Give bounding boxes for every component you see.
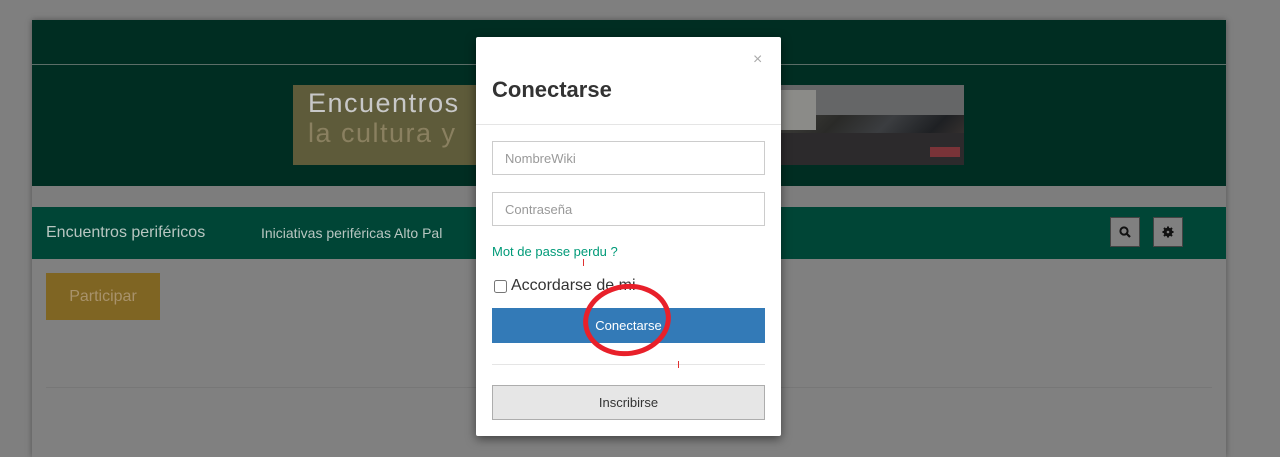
modal-header-divider xyxy=(476,124,781,125)
banner-photo xyxy=(780,85,964,165)
login-modal: × Conectarse Mot de passe perdu ? Accord… xyxy=(476,37,781,436)
forgot-password-link[interactable]: Mot de passe perdu ? xyxy=(492,244,618,259)
remember-me-checkbox[interactable] xyxy=(494,279,507,293)
banner-title: Encuentros la cultura y xyxy=(308,88,460,148)
close-icon[interactable]: × xyxy=(753,51,762,69)
banner-title-line1: Encuentros xyxy=(308,88,460,118)
search-icon xyxy=(1119,226,1131,238)
banner-title-line2: la cultura y xyxy=(308,118,457,148)
nav-link-iniciativas[interactable]: Iniciativas periféricas Alto Pal xyxy=(261,225,442,241)
password-input[interactable] xyxy=(492,192,765,226)
navbar-brand[interactable]: Encuentros periféricos xyxy=(46,224,205,242)
participar-button[interactable]: Participar xyxy=(46,273,160,320)
signup-button[interactable]: Inscribirse xyxy=(492,385,765,420)
modal-footer-divider xyxy=(492,364,765,365)
annotation-tick xyxy=(678,361,679,368)
settings-button[interactable] xyxy=(1153,217,1183,247)
gear-icon xyxy=(1162,226,1174,238)
annotation-tick xyxy=(583,259,584,266)
search-button[interactable] xyxy=(1110,217,1140,247)
username-input[interactable] xyxy=(492,141,765,175)
modal-title: Conectarse xyxy=(492,77,612,102)
